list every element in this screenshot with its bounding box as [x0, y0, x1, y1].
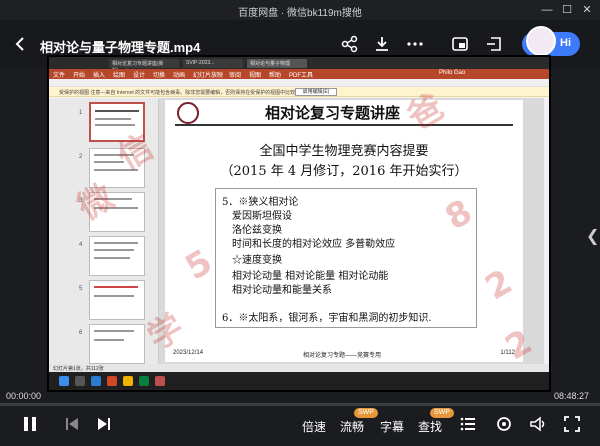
thumb-number: 1 [79, 110, 83, 116]
ppt-menubar: 文件 开始 插入 绘图 设计 切换 动画 幻灯片放映 审阅 视图 帮助 PDF工… [49, 69, 549, 79]
title-rule [175, 124, 513, 126]
thumb-number: 5 [79, 286, 83, 292]
ppt-tab-3: 相对论与量子物理 [247, 59, 307, 68]
footer-date: 2023/12/14 [173, 350, 204, 356]
minimize-icon[interactable]: — [540, 3, 554, 17]
ppt-window: 相对论复习专题讲座(新版).pptx SVIP-2023... 相对论与量子物理… [49, 57, 549, 390]
taskbar-app-icon [139, 376, 149, 386]
slide-title: 相对论复习专题讲座 [265, 104, 401, 122]
footer-page: 1/112 [500, 350, 515, 356]
taskbar-app-icon [91, 376, 101, 386]
find-button[interactable]: 查找 [418, 418, 442, 435]
download-icon[interactable] [372, 34, 392, 54]
next-icon[interactable] [94, 414, 114, 434]
thumb-number: 6 [79, 330, 83, 336]
ppt-menu-slideshow: 幻灯片放映 [193, 73, 224, 79]
content-box: 5．※狭义相对论 爱因斯坦假设 洛伦兹变换 时间和长度的相对论效应 多普勒效应 … [215, 188, 477, 328]
ppt-tab-1: 相对论复习专题讲座(新版).pptx [109, 59, 179, 74]
enable-editing-button[interactable]: 启用编辑(E) [295, 88, 337, 96]
slide-thumb[interactable] [89, 280, 145, 320]
content-line: ☆速度变换 [232, 255, 282, 266]
slide-thumb[interactable] [89, 236, 145, 276]
subtitle-button[interactable]: 字幕 [380, 418, 404, 435]
maximize-icon[interactable]: ☐ [560, 3, 574, 17]
back-arrow-icon[interactable] [10, 34, 30, 54]
slide-thumb[interactable] [89, 148, 145, 188]
current-time: 00:00:00 [6, 391, 42, 401]
assistant-avatar-icon [526, 26, 556, 56]
previous-icon[interactable] [62, 414, 82, 434]
content-line: 爱因斯坦假设 [232, 211, 292, 222]
thumb-number: 2 [79, 154, 83, 160]
protected-view-bar: 受保护的视图 注意—来自 Internet 的文件可能包含病毒。除非您需要编辑，… [49, 87, 549, 97]
ppt-menu-review: 审阅 [229, 73, 242, 79]
ppt-menu-animation: 动画 [173, 73, 186, 79]
content-line: 相对论动量和能量关系 [232, 285, 332, 296]
ppt-tab-2: SVIP-2023... [183, 59, 243, 68]
window-title: 百度网盘 · 微信bk119m搜他 [238, 8, 362, 19]
video-title: 相对论与量子物理专题.mp4 [40, 40, 201, 55]
pause-icon[interactable] [20, 414, 40, 434]
settings-icon[interactable] [494, 414, 514, 434]
slide-subtitle-2: （2015 年 4 月修订，2016 年开始实行） [220, 164, 468, 179]
content-line: 洛伦兹变换 [232, 225, 282, 236]
taskbar-app-icon [155, 376, 165, 386]
close-icon[interactable]: ✕ [580, 3, 594, 17]
assistant-label: Hi [560, 37, 571, 49]
taskbar-app-icon [75, 376, 85, 386]
windows-start-icon [59, 376, 69, 386]
volume-icon[interactable] [528, 414, 548, 434]
fullscreen-icon[interactable] [562, 414, 582, 434]
speed-button[interactable]: 倍速 [302, 418, 326, 435]
slide-subtitle-1: 全国中学生物理竞赛内容提要 [259, 144, 429, 159]
pin-window-icon[interactable] [485, 34, 505, 54]
slide: 相对论复习专题讲座 全国中学生物理竞赛内容提要 （2015 年 4 月修订，20… [165, 100, 523, 362]
ppt-menu-home: 开始 [73, 73, 86, 79]
ppt-menu-design: 设计 [133, 73, 146, 79]
slide-canvas: 相对论复习专题讲座 全国中学生物理竞赛内容提要 （2015 年 4 月修订，20… [159, 98, 544, 364]
total-time: 08:48:27 [554, 391, 590, 401]
swp-badge: SWP [354, 408, 378, 418]
ppt-status-text: 幻灯片第1张，共112张 [53, 366, 104, 372]
ppt-titlebar: 相对论复习专题讲座(新版).pptx SVIP-2023... 相对论与量子物理 [49, 57, 549, 74]
ppt-user: Philo Gao [439, 70, 466, 76]
picture-in-picture-icon[interactable] [450, 34, 470, 54]
content-line: 5．※狭义相对论 [222, 197, 299, 208]
video-frame[interactable]: 相对论复习专题讲座(新版).pptx SVIP-2023... 相对论与量子物理… [47, 55, 551, 392]
swp-badge: SWP [430, 408, 454, 418]
playlist-icon[interactable] [458, 414, 478, 434]
progress-bar[interactable] [0, 403, 600, 406]
slide-thumb[interactable] [89, 102, 145, 142]
content-line: 时间和长度的相对论效应 多普勒效应 [232, 239, 396, 250]
window-titlebar: 百度网盘 · 微信bk119m搜他 — ☐ ✕ [0, 0, 600, 20]
quality-button[interactable]: 流畅 [340, 418, 364, 435]
ppt-menu-help: 帮助 [269, 73, 282, 79]
ppt-menu-insert: 插入 [93, 73, 106, 79]
slide-thumb[interactable] [89, 324, 145, 364]
content-line: 6．※太阳系，银河系，宇宙和黑洞的初步知识. [222, 313, 432, 324]
more-icon[interactable] [405, 34, 425, 54]
ppt-menu-draw: 绘图 [113, 73, 126, 79]
protected-view-text: 受保护的视图 注意—来自 Internet 的文件可能包含病毒。除非您需要编辑，… [59, 90, 311, 96]
ppt-ribbon [49, 79, 549, 87]
share-icon[interactable] [340, 34, 360, 54]
thumb-number: 3 [79, 198, 83, 204]
footer-center: 相对论复习专题——竞赛专用 [303, 353, 382, 359]
assistant-button[interactable]: Hi [522, 26, 580, 56]
content-line: 相对论动量 相对论能量 相对论动能 [232, 271, 389, 282]
side-panel-chevron-icon[interactable]: ❮ [586, 226, 599, 246]
slide-thumb[interactable] [89, 192, 145, 232]
taskbar-app-icon [107, 376, 117, 386]
ppt-menu-pdf: PDF工具 [289, 73, 314, 79]
slide-thumbnails: 1 2 3 4 5 6 [49, 98, 159, 364]
taskbar-app-icon [123, 376, 133, 386]
ppt-statusbar: 幻灯片第1张，共112张 [49, 364, 549, 372]
thumb-number: 4 [79, 242, 83, 248]
windows-taskbar [49, 372, 549, 390]
ppt-menu-view: 视图 [249, 73, 262, 79]
university-logo-icon [177, 102, 199, 124]
ppt-menu-transition: 切换 [153, 73, 166, 79]
ppt-menu-file: 文件 [53, 73, 66, 79]
